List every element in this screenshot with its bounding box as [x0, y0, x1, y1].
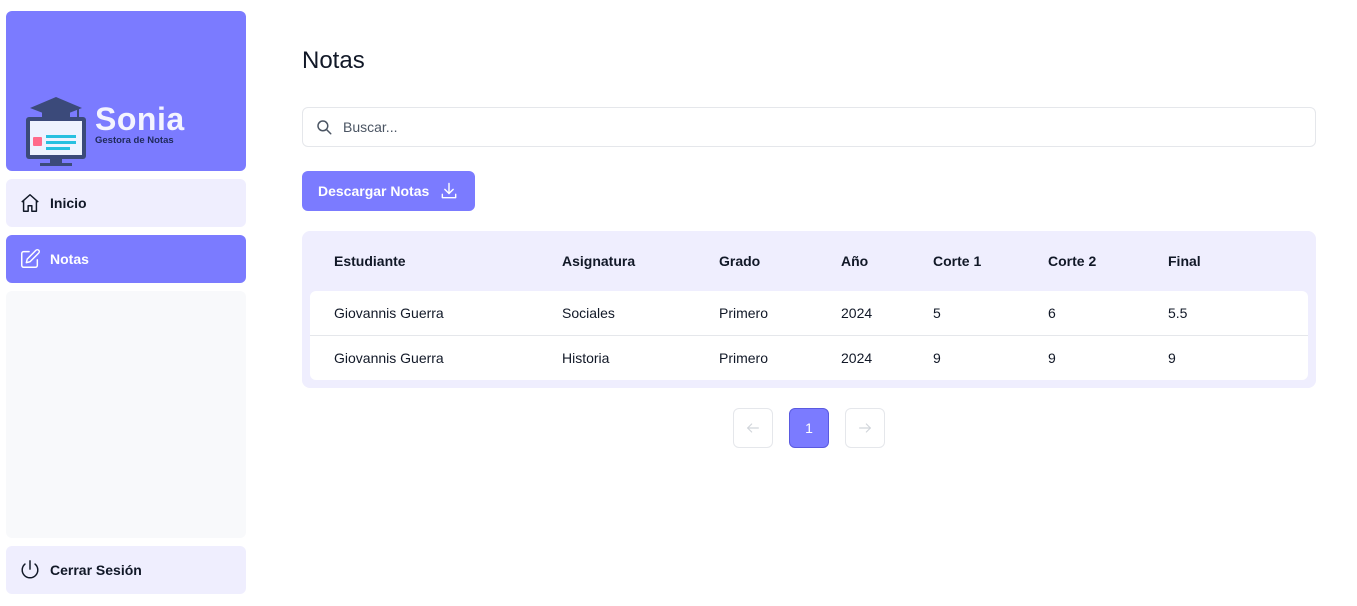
sidebar-item-inicio[interactable]: Inicio: [6, 179, 246, 227]
cell-estudiante: Giovannis Guerra: [334, 305, 444, 321]
cell-asignatura: Sociales: [562, 305, 615, 321]
logout-button[interactable]: Cerrar Sesión: [6, 546, 246, 594]
column-header-grado: Grado: [719, 253, 761, 269]
cell-corte-1: 5: [933, 305, 941, 321]
download-button-label: Descargar Notas: [318, 183, 430, 199]
power-icon: [18, 558, 42, 582]
search-bar[interactable]: [302, 107, 1316, 147]
arrow-left-icon: [747, 423, 759, 433]
logo-icon: [26, 97, 86, 166]
download-icon: [441, 182, 457, 199]
table-row: Giovannis Guerra Sociales Primero 2024 5…: [310, 291, 1308, 335]
grades-table: Estudiante Asignatura Grado Año Corte 1 …: [302, 231, 1316, 388]
cell-grado: Primero: [719, 350, 769, 366]
search-input[interactable]: [343, 119, 1243, 135]
arrow-right-icon: [859, 423, 871, 433]
table-body: Giovannis Guerra Sociales Primero 2024 5…: [310, 291, 1308, 380]
brand-tagline: Gestora de Notas: [95, 135, 174, 146]
cell-final: 5.5: [1168, 305, 1188, 321]
column-header-estudiante: Estudiante: [334, 253, 406, 269]
sidebar-item-label: Notas: [50, 251, 89, 267]
previous-page-button[interactable]: [733, 408, 773, 448]
cell-corte-2: 9: [1048, 350, 1056, 366]
page-title: Notas: [302, 47, 365, 74]
column-header-asignatura: Asignatura: [562, 253, 636, 269]
search-icon: [315, 118, 333, 136]
brand-name: Sonia: [95, 101, 185, 137]
cell-ano: 2024: [841, 305, 873, 321]
logout-label: Cerrar Sesión: [50, 562, 142, 578]
table-row: Giovannis Guerra Historia Primero 2024 9…: [310, 335, 1308, 379]
edit-icon: [18, 247, 42, 271]
brand-logo-card: Sonia Gestora de Notas: [6, 11, 246, 171]
next-page-button[interactable]: [845, 408, 885, 448]
cell-corte-1: 9: [933, 350, 941, 366]
cell-final: 9: [1168, 350, 1176, 366]
sidebar-item-label: Inicio: [50, 195, 87, 211]
cell-grado: Primero: [719, 305, 769, 321]
home-icon: [18, 191, 42, 215]
column-header-ano: Año: [841, 253, 869, 269]
download-notas-button[interactable]: Descargar Notas: [302, 171, 475, 211]
page-number-button[interactable]: 1: [789, 408, 829, 448]
table-header: Estudiante Asignatura Grado Año Corte 1 …: [302, 231, 1316, 291]
column-header-final: Final: [1168, 253, 1201, 269]
cell-estudiante: Giovannis Guerra: [334, 350, 444, 366]
column-header-corte-1: Corte 1: [933, 253, 982, 269]
sidebar-spacer: [6, 291, 246, 538]
cell-asignatura: Historia: [562, 350, 610, 366]
column-header-corte-2: Corte 2: [1048, 253, 1097, 269]
cell-ano: 2024: [841, 350, 873, 366]
cell-corte-2: 6: [1048, 305, 1056, 321]
sidebar-item-notas[interactable]: Notas: [6, 235, 246, 283]
